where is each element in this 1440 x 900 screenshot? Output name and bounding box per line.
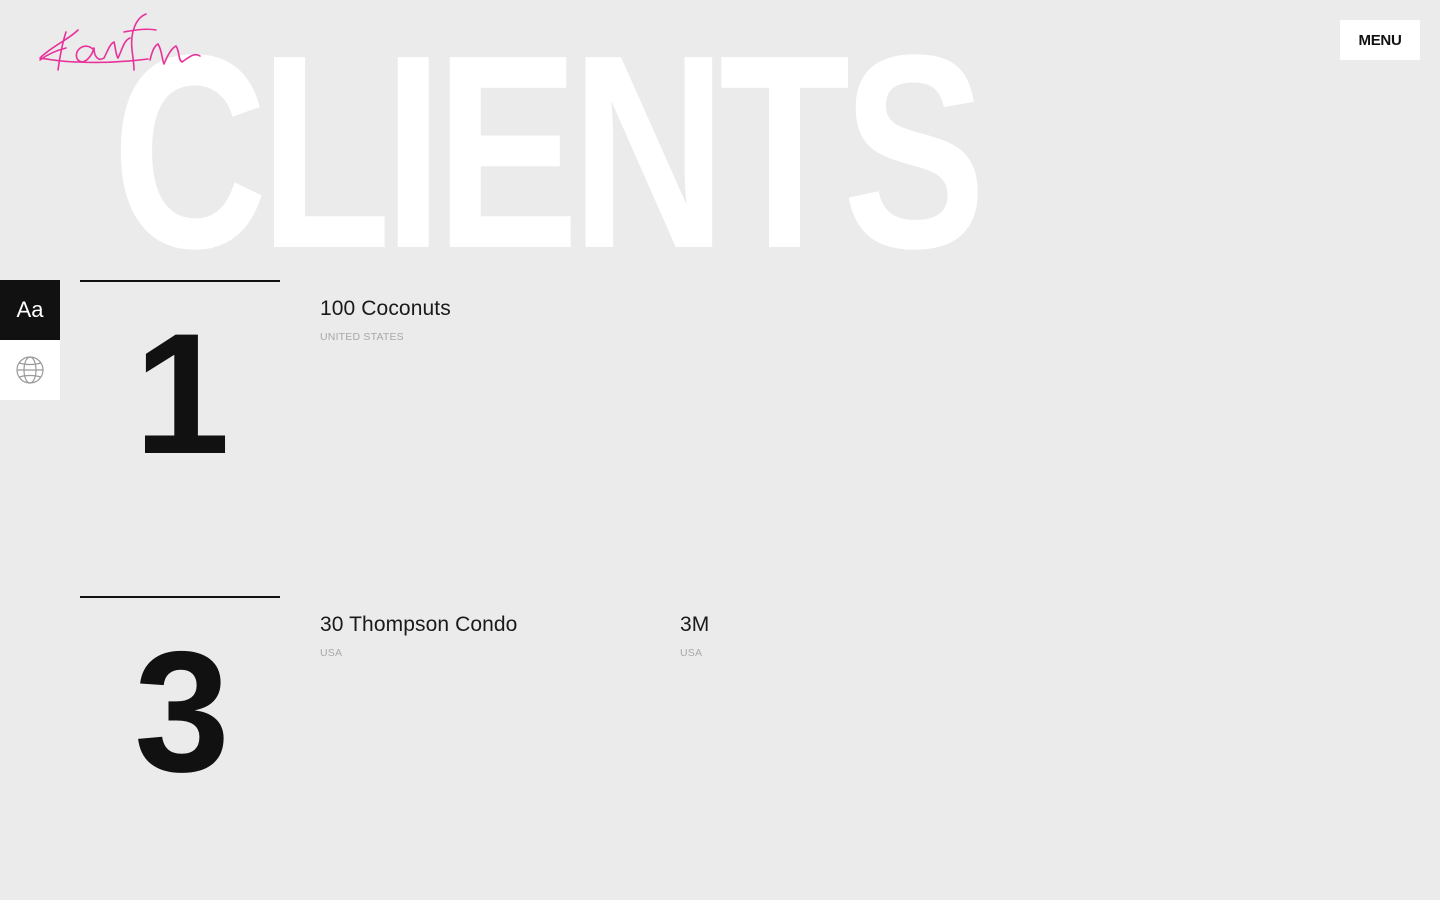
typeface-toggle-button[interactable]: Aa [0, 280, 60, 340]
client-group-1: 1 100 Coconuts UNITED STATES [80, 280, 1380, 570]
typeface-toggle-label: Aa [16, 297, 44, 322]
brand-logo[interactable] [38, 10, 204, 78]
group-divider [80, 596, 280, 598]
language-toggle-button[interactable] [0, 340, 60, 400]
group-index-label: 1 [134, 298, 230, 490]
signature-logo-icon [39, 13, 201, 71]
globe-icon [16, 356, 44, 384]
page-title: CLIENTS [112, 0, 986, 306]
client-country: USA [680, 647, 703, 659]
group-index-label: 3 [134, 616, 230, 808]
client-item[interactable]: 30 Thompson Condo USA [320, 614, 517, 659]
menu-button[interactable]: MENU [1340, 20, 1420, 60]
client-name: 3M [680, 613, 710, 636]
client-name: 30 Thompson Condo [320, 613, 518, 636]
client-country: UNITED STATES [320, 331, 404, 343]
client-item[interactable]: 3M USA [680, 614, 709, 659]
clients-page: CLIENTS MENU Aa 1 100 Coconuts UNITED ST… [0, 0, 1440, 900]
client-country: USA [320, 647, 343, 659]
client-group-3: 3 30 Thompson Condo USA 3M USA [80, 596, 1380, 886]
